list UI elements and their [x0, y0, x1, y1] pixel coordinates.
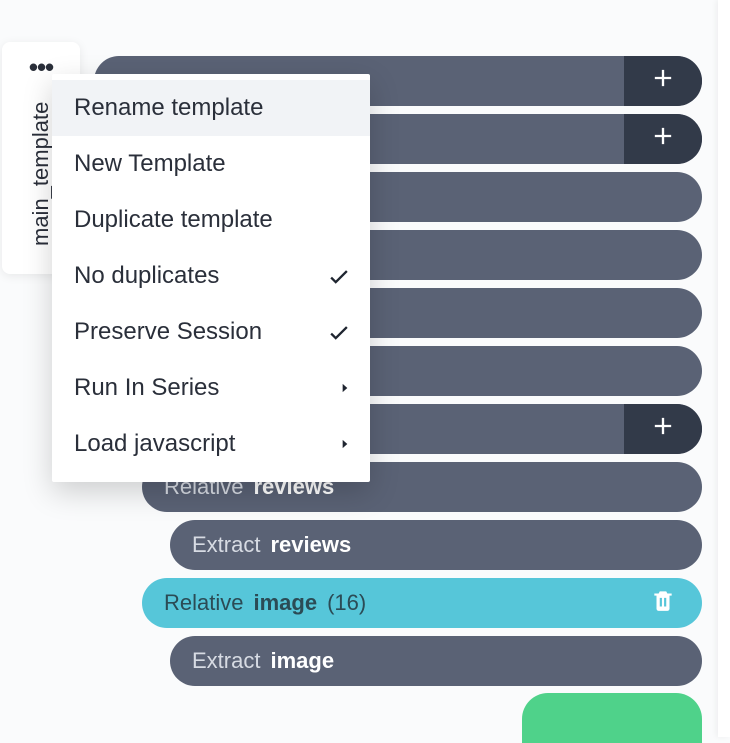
plus-icon: [649, 64, 677, 98]
menu-item-rename[interactable]: Rename template: [52, 80, 370, 136]
row-target-label: image: [270, 648, 334, 674]
chevron-right-icon: [338, 381, 352, 395]
right-panel-edge: [718, 0, 730, 737]
chevron-right-icon: [338, 437, 352, 451]
plus-icon: [649, 412, 677, 446]
menu-item-no-duplicates[interactable]: No duplicates: [52, 248, 370, 304]
add-button[interactable]: [624, 404, 702, 454]
menu-item-label: Load javascript: [74, 430, 235, 458]
menu-item-label: Rename template: [74, 94, 263, 122]
plus-icon: [649, 122, 677, 156]
menu-item-label: Duplicate template: [74, 206, 273, 234]
command-row[interactable]: Extract reviews: [170, 520, 702, 570]
menu-item-label: No duplicates: [74, 262, 219, 290]
command-row[interactable]: Extract image: [170, 636, 702, 686]
action-button[interactable]: [522, 693, 702, 743]
menu-item-run-in-series[interactable]: Run In Series: [52, 360, 370, 416]
menu-item-preserve-session[interactable]: Preserve Session: [52, 304, 370, 360]
row-action-label: Relative: [164, 590, 243, 616]
check-icon: [326, 319, 352, 345]
row-action-label: Extract: [192, 532, 260, 558]
menu-item-label: Preserve Session: [74, 318, 262, 346]
menu-item-label: Run In Series: [74, 374, 219, 402]
row-action-label: Extract: [192, 648, 260, 674]
app-canvas: ••• main_template: [0, 0, 730, 737]
row-target-label: reviews: [270, 532, 351, 558]
menu-item-label: New Template: [74, 150, 226, 178]
delete-button[interactable]: [650, 587, 676, 619]
more-icon[interactable]: •••: [29, 52, 53, 83]
trash-icon: [650, 587, 676, 619]
row-count-label: (16): [327, 590, 366, 616]
context-menu: Rename template New Template Duplicate t…: [52, 74, 370, 482]
row-target-label: image: [253, 590, 317, 616]
menu-item-load-javascript[interactable]: Load javascript: [52, 416, 370, 472]
menu-item-new[interactable]: New Template: [52, 136, 370, 192]
menu-item-duplicate[interactable]: Duplicate template: [52, 192, 370, 248]
check-icon: [326, 263, 352, 289]
add-button[interactable]: [624, 56, 702, 106]
add-button[interactable]: [624, 114, 702, 164]
command-row-selected[interactable]: Relative image (16): [142, 578, 702, 628]
